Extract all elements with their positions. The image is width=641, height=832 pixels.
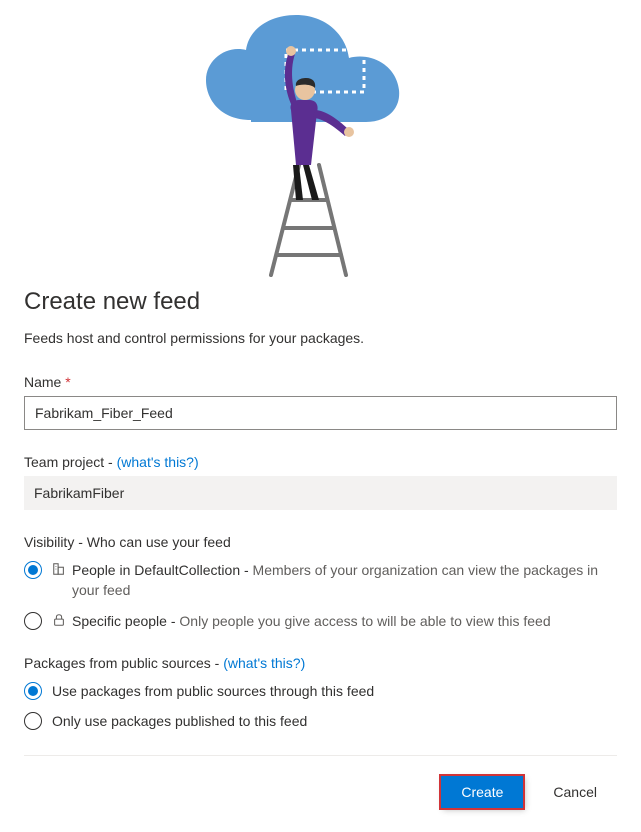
team-project-value: FabrikamFiber [24,476,617,510]
public-sources-label: Packages from public sources - (what's t… [24,655,617,671]
radio-indicator [24,612,42,630]
page-subtitle: Feeds host and control permissions for y… [24,330,617,346]
public-sources-radio-group: Use packages from public sources through… [24,681,617,732]
visibility-label: Visibility - Who can use your feed [24,534,617,550]
create-button[interactable]: Create [441,776,523,808]
name-input[interactable] [24,396,617,430]
footer-divider [24,755,617,756]
visibility-radio-group: People in DefaultCollection - Members of… [24,560,617,631]
lock-icon [52,613,66,627]
public-sources-option-only[interactable]: Only use packages published to this feed [24,711,617,731]
team-project-label: Team project - (what's this?) [24,454,617,470]
team-project-help-link[interactable]: (what's this?) [117,454,199,470]
cloud-illustration [171,10,471,280]
visibility-option-specific[interactable]: Specific people - Only people you give a… [24,611,617,631]
radio-indicator [24,561,42,579]
public-sources-option-use[interactable]: Use packages from public sources through… [24,681,617,701]
radio-indicator [24,712,42,730]
dialog-footer: Create Cancel [24,776,617,808]
hero-illustration [24,0,617,280]
public-sources-help-link[interactable]: (what's this?) [223,655,305,671]
visibility-option-org[interactable]: People in DefaultCollection - Members of… [24,560,617,601]
organization-icon [52,562,66,576]
cancel-button[interactable]: Cancel [533,776,617,808]
page-title: Create new feed [24,288,617,316]
name-label: Name * [24,374,617,390]
radio-indicator [24,682,42,700]
